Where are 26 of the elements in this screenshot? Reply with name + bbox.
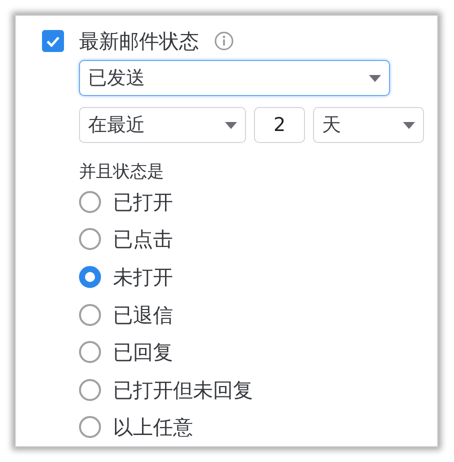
radio-label: 未打开 — [113, 264, 173, 291]
radio-label: 已回复 — [113, 339, 173, 366]
radio-button[interactable] — [79, 266, 101, 288]
radio-label: 已打开 — [113, 188, 173, 216]
radio-button[interactable] — [79, 341, 101, 364]
caret-icon — [225, 122, 237, 128]
radio-button[interactable] — [79, 416, 101, 438]
radio-button[interactable] — [79, 190, 101, 213]
caret-icon — [369, 74, 381, 82]
info-icon[interactable] — [214, 31, 234, 51]
dropdown[interactable]: 在最近 — [79, 107, 246, 143]
radio-label: 已退信 — [113, 302, 173, 329]
checkmark-icon — [46, 36, 60, 46]
caret-icon — [403, 122, 415, 128]
radio-label: 以上任意 — [113, 414, 193, 442]
dropdown[interactable]: 已发送 — [79, 60, 390, 96]
radio-button[interactable] — [79, 378, 101, 401]
filter-title: 最新邮件状态 — [79, 28, 199, 55]
number-field[interactable]: 2 — [254, 107, 305, 143]
checkbox[interactable] — [42, 30, 64, 52]
radio-button[interactable] — [79, 304, 101, 326]
radio-group-label: 并且状态是 — [79, 161, 165, 183]
dropdown[interactable]: 天 — [313, 107, 424, 143]
radio-button[interactable] — [79, 228, 101, 250]
radio-label: 已点击 — [113, 226, 173, 254]
radio-label: 已打开但未回复 — [113, 376, 253, 404]
